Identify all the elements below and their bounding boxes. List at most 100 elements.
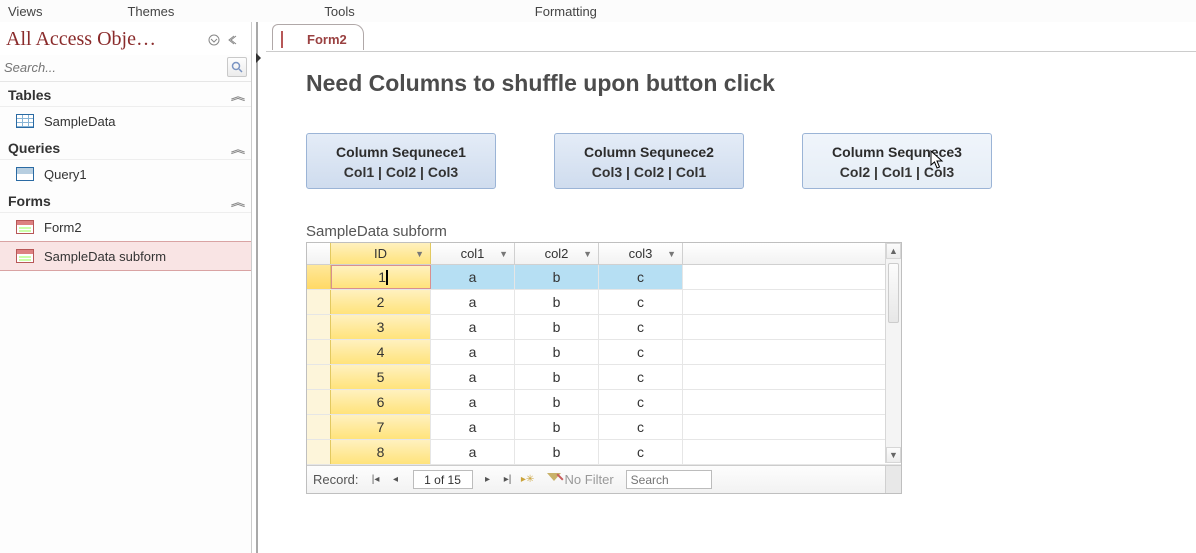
table-row[interactable]: 5abc: [307, 365, 901, 390]
cell-id[interactable]: 1: [331, 265, 431, 289]
table-row[interactable]: 3abc: [307, 315, 901, 340]
row-selector[interactable]: [307, 440, 331, 464]
record-search-input[interactable]: [626, 470, 712, 489]
column-dropdown-icon[interactable]: ▼: [415, 249, 424, 259]
nav-category-queries[interactable]: Queries ︽: [0, 135, 251, 160]
record-label: Record:: [313, 472, 359, 487]
table-row[interactable]: 1abc: [307, 265, 901, 290]
header-spacer: [683, 243, 901, 264]
nav-next-icon[interactable]: ▸: [479, 471, 497, 489]
cell[interactable]: c: [599, 315, 683, 339]
search-icon[interactable]: [227, 57, 247, 77]
shutter-bar-open-icon[interactable]: [252, 48, 266, 68]
row-selector[interactable]: [307, 265, 331, 289]
cell-id[interactable]: 2: [331, 290, 431, 314]
column-dropdown-icon[interactable]: ▼: [499, 249, 508, 259]
nav-item-query1[interactable]: Query1: [0, 160, 251, 188]
cell[interactable]: c: [599, 265, 683, 289]
table-row[interactable]: 2abc: [307, 290, 901, 315]
row-selector[interactable]: [307, 390, 331, 414]
column-header-col1[interactable]: col1 ▼: [431, 243, 515, 264]
nav-collapse-icon[interactable]: [225, 31, 243, 49]
query-icon: [14, 165, 36, 183]
tab-form2[interactable]: Form2: [272, 24, 364, 50]
column-sequence-2-button[interactable]: Column Sequnece2 Col3 | Col2 | Col1: [554, 133, 744, 189]
cell[interactable]: a: [431, 340, 515, 364]
cell[interactable]: c: [599, 290, 683, 314]
cell-id[interactable]: 4: [331, 340, 431, 364]
record-position[interactable]: 1 of 15: [413, 470, 473, 489]
scroll-up-icon[interactable]: ▲: [886, 243, 901, 259]
cell[interactable]: a: [431, 440, 515, 464]
nav-category-forms[interactable]: Forms ︽: [0, 188, 251, 213]
cell[interactable]: a: [431, 265, 515, 289]
filter-indicator[interactable]: No Filter: [547, 472, 614, 487]
cell[interactable]: a: [431, 290, 515, 314]
cell[interactable]: b: [515, 290, 599, 314]
nav-title[interactable]: All Access Obje…: [6, 28, 203, 51]
cell[interactable]: a: [431, 415, 515, 439]
cell-id[interactable]: 8: [331, 440, 431, 464]
row-selector[interactable]: [307, 415, 331, 439]
row-selector[interactable]: [307, 315, 331, 339]
menu-themes[interactable]: Themes: [127, 4, 174, 19]
cell[interactable]: b: [515, 315, 599, 339]
nav-item-sampledata[interactable]: SampleData: [0, 107, 251, 135]
menu-views[interactable]: Views: [8, 4, 42, 19]
menu-tools[interactable]: Tools: [324, 4, 354, 19]
cell-id[interactable]: 7: [331, 415, 431, 439]
nav-last-icon[interactable]: ▸|: [499, 471, 517, 489]
table-row[interactable]: 7abc: [307, 415, 901, 440]
nav-category-tables[interactable]: Tables ︽: [0, 82, 251, 107]
table-row[interactable]: 6abc: [307, 390, 901, 415]
cell[interactable]: b: [515, 265, 599, 289]
table-row[interactable]: 4abc: [307, 340, 901, 365]
cell[interactable]: c: [599, 440, 683, 464]
row-selector[interactable]: [307, 290, 331, 314]
column-header-id[interactable]: ID ▼: [331, 243, 431, 264]
cell[interactable]: b: [515, 340, 599, 364]
row-selector[interactable]: [307, 365, 331, 389]
nav-item-sampledata-subform[interactable]: SampleData subform: [0, 241, 251, 271]
column-dropdown-icon[interactable]: ▼: [667, 249, 676, 259]
cell[interactable]: c: [599, 340, 683, 364]
cell[interactable]: a: [431, 315, 515, 339]
cell-id[interactable]: 3: [331, 315, 431, 339]
datasheet-header-row: ID ▼ col1 ▼ col2 ▼ col3 ▼: [307, 243, 901, 265]
table-row[interactable]: 8abc: [307, 440, 901, 465]
button-sequence: Col2 | Col1 | Col3: [807, 164, 987, 180]
nav-prev-icon[interactable]: ◂: [387, 471, 405, 489]
column-sequence-1-button[interactable]: Column Sequnece1 Col1 | Col2 | Col3: [306, 133, 496, 189]
nav-dropdown-icon[interactable]: [205, 31, 223, 49]
cell[interactable]: a: [431, 365, 515, 389]
nav-search-input[interactable]: [4, 60, 227, 75]
chevron-up-icon: ︽: [231, 194, 245, 209]
scroll-thumb[interactable]: [888, 263, 899, 323]
subform-label: SampleData subform: [306, 223, 1196, 240]
column-sequence-3-button[interactable]: Column Sequnece3 Col2 | Col1 | Col3: [802, 133, 992, 189]
filter-label: No Filter: [565, 472, 614, 487]
row-selector-header[interactable]: [307, 243, 331, 264]
menu-formatting[interactable]: Formatting: [535, 4, 597, 19]
cell[interactable]: b: [515, 390, 599, 414]
cell[interactable]: c: [599, 390, 683, 414]
cell[interactable]: c: [599, 365, 683, 389]
nav-item-form2[interactable]: Form2: [0, 213, 251, 241]
cell[interactable]: b: [515, 440, 599, 464]
cell[interactable]: b: [515, 365, 599, 389]
cell[interactable]: b: [515, 415, 599, 439]
column-header-col2[interactable]: col2 ▼: [515, 243, 599, 264]
vertical-scrollbar[interactable]: ▲ ▼: [885, 243, 901, 463]
column-header-col3[interactable]: col3 ▼: [599, 243, 683, 264]
row-selector[interactable]: [307, 340, 331, 364]
nav-first-icon[interactable]: |◂: [367, 471, 385, 489]
column-dropdown-icon[interactable]: ▼: [583, 249, 592, 259]
cell-id[interactable]: 6: [331, 390, 431, 414]
menubar: Views Themes Tools Formatting: [0, 0, 1196, 22]
cell[interactable]: a: [431, 390, 515, 414]
row-spacer: [683, 315, 901, 339]
cell[interactable]: c: [599, 415, 683, 439]
cell-id[interactable]: 5: [331, 365, 431, 389]
scroll-down-icon[interactable]: ▼: [886, 447, 901, 463]
nav-new-icon[interactable]: ▸✳: [519, 471, 537, 489]
